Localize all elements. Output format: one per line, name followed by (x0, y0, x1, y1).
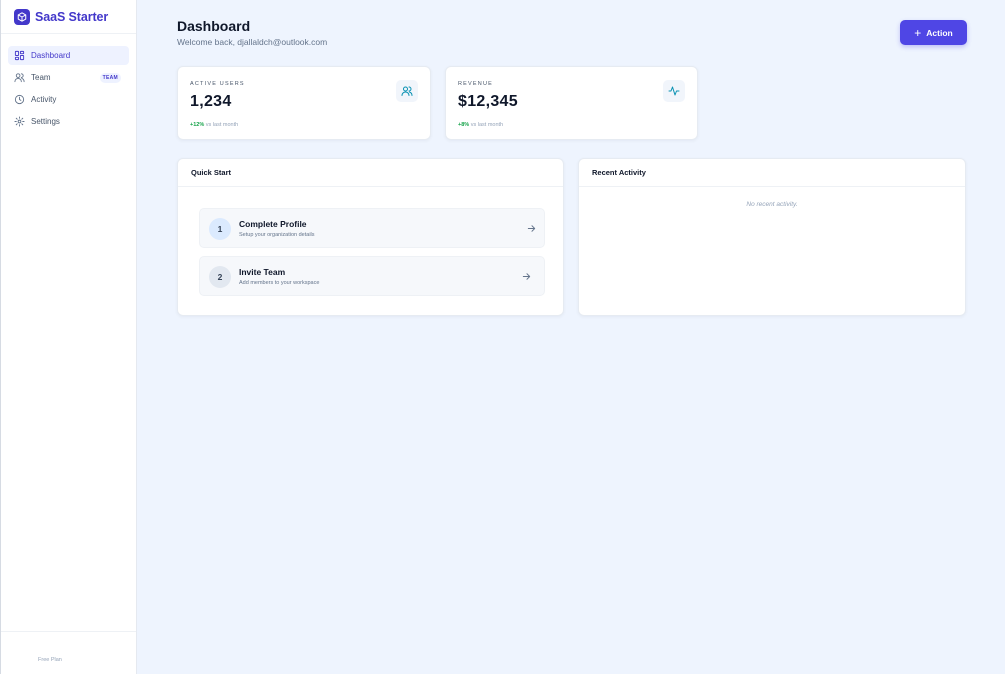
action-button[interactable]: + Action (900, 20, 967, 45)
team-badge: TEAM (99, 73, 121, 83)
sidebar-item-activity[interactable]: Activity (8, 90, 129, 109)
step-number: 2 (209, 266, 231, 288)
sidebar-item-settings[interactable]: Settings (8, 112, 129, 131)
quick-start-panel: Quick Start 1 Complete Profile Setup you… (177, 158, 564, 316)
arrow-right-icon (526, 223, 537, 234)
arrow-right-icon (521, 271, 532, 282)
users-icon (396, 80, 418, 102)
step-number: 1 (209, 218, 231, 240)
step-invite-team[interactable]: 2 Invite Team Add members to your worksp… (199, 256, 545, 296)
stat-change-suffix: vs last month (205, 122, 239, 128)
sidebar-item-team[interactable]: Team TEAM (8, 68, 129, 87)
sidebar-item-label: Team (31, 73, 51, 82)
stat-card-revenue: REVENUE $12,345 +8% vs last month (445, 66, 698, 140)
stat-label: REVENUE (458, 81, 493, 87)
stat-card-active-users: ACTIVE USERS 1,234 +12% vs last month (177, 66, 431, 140)
step-description: Setup your organization details (239, 232, 315, 238)
empty-state-text: No recent activity. (746, 201, 798, 208)
sidebar-item-dashboard[interactable]: Dashboard (8, 46, 129, 65)
sidebar-item-label: Activity (31, 95, 57, 104)
sidebar-item-label: Dashboard (31, 51, 71, 60)
sidebar: SaaS Starter Dashboard Team TEAM Activit… (0, 0, 137, 674)
stat-value: 1,234 (190, 93, 232, 110)
step-title: Invite Team (239, 267, 286, 277)
brand[interactable]: SaaS Starter (1, 0, 136, 34)
stat-label: ACTIVE USERS (190, 81, 245, 87)
plan-label: Free Plan (38, 657, 62, 663)
action-button-label: Action (926, 27, 953, 38)
stat-change: +12% vs last month (190, 122, 238, 128)
page-title: Dashboard (177, 18, 251, 34)
step-complete-profile[interactable]: 1 Complete Profile Setup your organizati… (199, 208, 545, 248)
sidebar-footer: Free Plan (1, 631, 136, 674)
gear-icon (14, 116, 25, 127)
panel-title: Recent Activity (579, 159, 965, 187)
stat-change-value: +12% (190, 122, 205, 128)
welcome-text: Welcome back, djallaldch@outlook.com (177, 37, 328, 47)
clock-icon (14, 94, 25, 105)
stat-change: +8% vs last month (458, 122, 503, 128)
sidebar-nav: Dashboard Team TEAM Activity Settings (1, 34, 136, 131)
activity-icon (663, 80, 685, 102)
step-title: Complete Profile (239, 219, 307, 229)
stat-value: $12,345 (458, 93, 518, 110)
recent-activity-panel: Recent Activity No recent activity. (578, 158, 966, 316)
cube-logo-icon (14, 8, 30, 25)
sidebar-item-label: Settings (31, 117, 60, 126)
plus-icon: + (914, 25, 922, 40)
stat-change-suffix: vs last month (470, 122, 504, 128)
dashboard-icon (14, 50, 25, 61)
brand-name: SaaS Starter (35, 9, 109, 24)
step-description: Add members to your workspace (239, 280, 320, 286)
users-icon (14, 72, 25, 83)
panel-title: Quick Start (178, 159, 563, 187)
stat-change-value: +8% (458, 122, 470, 128)
